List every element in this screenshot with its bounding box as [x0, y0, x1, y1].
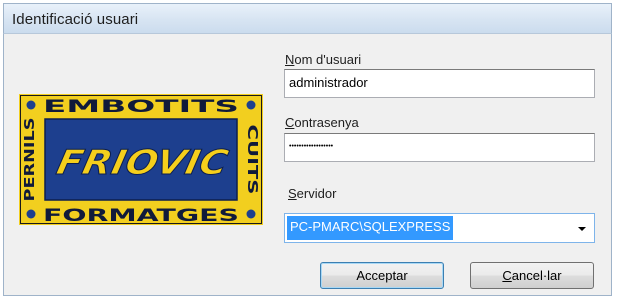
cancel-button[interactable]: Cancel·lar — [470, 262, 594, 289]
server-combobox[interactable]: PC-PMARC\SQLEXPRESS — [284, 213, 595, 243]
accept-button[interactable]: Acceptar — [320, 262, 444, 289]
logo-corner-dot — [246, 209, 256, 219]
logo-brand-text: FRIOVIC — [53, 143, 231, 183]
username-input[interactable]: administrador — [284, 69, 595, 98]
server-selected-value: PC-PMARC\SQLEXPRESS — [287, 216, 454, 240]
logo-right-text: CUITS — [244, 125, 259, 195]
password-value: •••••••••••••••••• — [289, 143, 334, 150]
logo-corner-dot — [26, 100, 36, 110]
logo-left-text: PERNILS — [23, 118, 38, 202]
username-label-mnemonic: N — [285, 52, 295, 67]
password-label-text: ontrasenya — [294, 115, 359, 130]
logo-top-text: EMBOTITS — [43, 97, 239, 117]
accept-button-label: Acceptar — [356, 268, 408, 283]
logo-corner-dot — [246, 100, 256, 110]
title-bar[interactable]: Identificació usuari — [3, 3, 612, 34]
logo-bottom-text: FORMATGES — [43, 206, 239, 225]
username-value: administrador — [289, 75, 368, 90]
password-input[interactable]: •••••••••••••••••• — [284, 133, 595, 162]
username-label: Nom d'usuari — [285, 52, 361, 67]
server-label-text: ervidor — [296, 186, 337, 201]
password-label: Contrasenya — [285, 115, 359, 130]
cancel-button-label: ancel·lar — [511, 268, 562, 283]
server-label-mnemonic: S — [288, 186, 297, 201]
dropdown-arrow-icon[interactable] — [578, 227, 586, 231]
username-label-text: om d'usuari — [294, 52, 362, 67]
password-label-mnemonic: C — [285, 115, 295, 130]
window-title: Identificació usuari — [12, 11, 139, 28]
login-dialog: Identificació usuari EMBOTITS FORMATGES … — [0, 0, 620, 300]
server-label: Servidor — [288, 186, 336, 201]
cancel-button-mnemonic: C — [502, 268, 512, 283]
logo-corner-dot — [26, 209, 36, 219]
friovic-logo: EMBOTITS FORMATGES PERNILS CUITS FRIOVIC — [19, 94, 263, 225]
